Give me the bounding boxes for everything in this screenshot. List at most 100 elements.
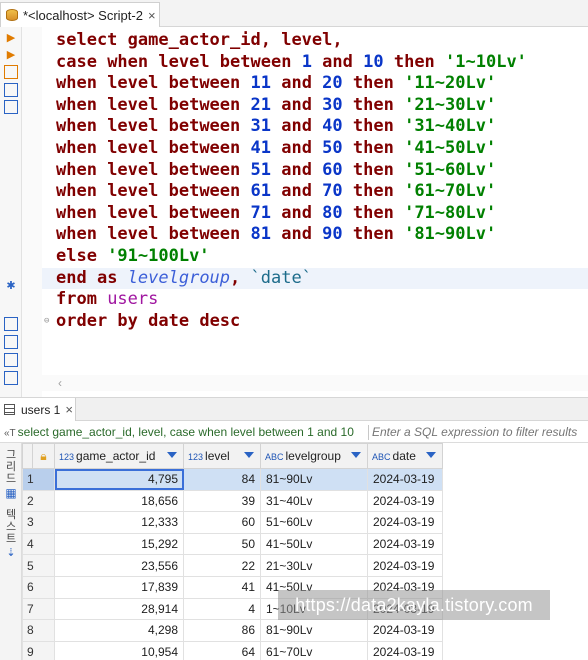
export-icon[interactable] <box>4 317 18 331</box>
row-number[interactable]: 5 <box>22 554 55 577</box>
cell-date[interactable]: 2024-03-19 <box>367 640 443 660</box>
cell-levelgroup[interactable]: 81~90Lv <box>260 468 368 491</box>
cell-level[interactable]: 84 <box>183 468 261 491</box>
row-number[interactable]: 8 <box>22 619 55 642</box>
grid-header-row: 🔒︎ 123 game_actor_id 123 level ABC levelgro… <box>22 443 443 469</box>
editor-horizontal-scrollbar[interactable]: ‹ <box>42 375 588 391</box>
table-row[interactable]: 8 4,298 86 81~90Lv 2024-03-19 <box>22 619 443 642</box>
sql-line[interactable]: when level between 81 and 90 then '81~90… <box>56 224 496 246</box>
cell-level[interactable]: 60 <box>183 511 261 534</box>
cell-game-actor-id[interactable]: 28,914 <box>54 597 184 621</box>
cell-level[interactable]: 64 <box>183 640 261 660</box>
sql-token: 11 <box>250 73 271 94</box>
cell-game-actor-id[interactable]: 15,292 <box>54 532 184 556</box>
table-row[interactable]: 4 15,292 50 41~50Lv 2024-03-19 <box>22 532 443 556</box>
editor-tab-bar: *<localhost> Script-2 × <box>0 0 588 27</box>
text-view-tab[interactable]: 텍스트 <box>4 509 18 545</box>
console-icon[interactable] <box>4 100 18 114</box>
table-row[interactable]: 5 23,556 22 21~30Lv 2024-03-19 <box>22 554 443 577</box>
row-number[interactable]: 4 <box>22 532 55 556</box>
grid-view-icon[interactable]: ▦ <box>4 487 18 499</box>
cell-levelgroup[interactable]: 81~90Lv <box>260 619 368 642</box>
cell-levelgroup[interactable]: 31~40Lv <box>260 489 368 513</box>
cell-level[interactable]: 22 <box>183 554 261 577</box>
explain-plan-icon[interactable] <box>4 83 18 97</box>
outline-icon[interactable] <box>4 371 18 385</box>
cell-date[interactable]: 2024-03-19 <box>367 489 443 513</box>
cell-date[interactable]: 2024-03-19 <box>367 554 443 577</box>
sql-token: between <box>168 202 251 223</box>
cell-game-actor-id[interactable]: 10,954 <box>54 640 184 660</box>
cell-date[interactable]: 2024-03-19 <box>367 532 443 556</box>
sql-line[interactable]: when level between 21 and 30 then '21~30… <box>56 95 496 117</box>
execute-script-icon[interactable]: ▶ <box>4 48 18 62</box>
cell-date[interactable]: 2024-03-19 <box>367 468 443 491</box>
row-number[interactable]: 3 <box>22 511 55 534</box>
filter-input[interactable] <box>372 425 588 439</box>
sql-line[interactable]: when level between 41 and 50 then '41~50… <box>56 138 496 160</box>
sql-line[interactable]: case when level between 1 and 10 then '1… <box>56 52 527 74</box>
column-header-level[interactable]: 123 level <box>183 443 261 469</box>
sql-line[interactable]: when level between 11 and 20 then '11~20… <box>56 73 496 95</box>
load-script-icon[interactable] <box>4 335 18 349</box>
cell-levelgroup[interactable]: 41~50Lv <box>260 532 368 556</box>
sql-token: levelgroup <box>127 267 231 288</box>
results-tab-users-1[interactable]: users 1 × <box>0 398 76 421</box>
cell-levelgroup[interactable]: 61~70Lv <box>260 640 368 660</box>
query-preview[interactable]: «T select game_actor_id, level, case when… <box>4 425 366 439</box>
cell-game-actor-id[interactable]: 4,795 <box>54 468 184 491</box>
cell-levelgroup[interactable]: 21~30Lv <box>260 554 368 577</box>
sql-line[interactable]: when level between 51 and 60 then '51~60… <box>56 160 496 182</box>
gear-icon[interactable]: ✱ <box>4 279 18 293</box>
sql-line[interactable]: when level between 61 and 70 then '61~70… <box>56 181 496 203</box>
cell-game-actor-id[interactable]: 12,333 <box>54 511 184 534</box>
cell-date[interactable]: 2024-03-19 <box>367 511 443 534</box>
fold-marker-icon[interactable]: ⊖ <box>44 316 49 326</box>
grid-view-tab[interactable]: 그리드 <box>4 449 18 485</box>
row-number[interactable]: 1 <box>22 468 55 491</box>
sql-line[interactable]: when level between 71 and 80 then '71~80… <box>56 203 496 225</box>
sql-line[interactable]: end as levelgroup, `date` <box>56 268 312 290</box>
cell-game-actor-id[interactable]: 18,656 <box>54 489 184 513</box>
sort-icon <box>167 452 177 458</box>
sql-line[interactable]: order by date desc <box>56 311 240 333</box>
cell-date[interactable]: 2024-03-19 <box>367 619 443 642</box>
table-row[interactable]: 3 12,333 60 51~60Lv 2024-03-19 <box>22 511 443 534</box>
cell-level[interactable]: 4 <box>183 597 261 621</box>
cell-level[interactable]: 50 <box>183 532 261 556</box>
row-number[interactable]: 6 <box>22 575 55 599</box>
table-row[interactable]: 2 18,656 39 31~40Lv 2024-03-19 <box>22 489 443 513</box>
save-script-icon[interactable] <box>4 353 18 367</box>
close-icon[interactable]: × <box>65 402 73 417</box>
table-row[interactable]: 1 4,795 84 81~90Lv 2024-03-19 <box>22 468 443 491</box>
row-number[interactable]: 7 <box>22 597 55 621</box>
execute-new-tab-icon[interactable] <box>4 65 18 79</box>
row-number-header <box>22 443 33 469</box>
sql-line[interactable]: select game_actor_id, level, <box>56 30 343 52</box>
cell-levelgroup[interactable]: 51~60Lv <box>260 511 368 534</box>
cell-game-actor-id[interactable]: 17,839 <box>54 575 184 599</box>
sql-line[interactable]: when level between 31 and 40 then '31~40… <box>56 116 496 138</box>
cell-game-actor-id[interactable]: 23,556 <box>54 554 184 577</box>
scroll-left-icon[interactable]: ‹ <box>58 376 62 390</box>
cell-level[interactable]: 39 <box>183 489 261 513</box>
row-number[interactable]: 2 <box>22 489 55 513</box>
column-header-game-actor-id[interactable]: 123 game_actor_id <box>54 443 184 469</box>
record-view-icon[interactable]: ⇣ <box>4 547 18 559</box>
column-header-levelgroup[interactable]: ABC levelgroup <box>260 443 368 469</box>
table-row[interactable]: 9 10,954 64 61~70Lv 2024-03-19 <box>22 640 443 660</box>
cell-game-actor-id[interactable]: 4,298 <box>54 619 184 642</box>
cell-level[interactable]: 86 <box>183 619 261 642</box>
close-icon[interactable]: × <box>148 8 156 23</box>
editor-tab-script-2[interactable]: *<localhost> Script-2 × <box>0 2 160 27</box>
sql-editor[interactable]: ⊖ select game_actor_id, level, case when … <box>42 30 588 375</box>
column-header-date[interactable]: ABC date <box>367 443 443 469</box>
cell-level[interactable]: 41 <box>183 575 261 599</box>
row-number[interactable]: 9 <box>22 640 55 660</box>
sql-token: 51 <box>250 159 271 180</box>
lock-icon[interactable]: 🔒︎ <box>32 443 55 469</box>
execute-statement-icon[interactable]: ▶ <box>4 31 18 45</box>
sql-token: , <box>332 30 343 50</box>
sql-line[interactable]: else '91~100Lv' <box>56 246 210 268</box>
sql-line[interactable]: from users <box>56 289 158 311</box>
